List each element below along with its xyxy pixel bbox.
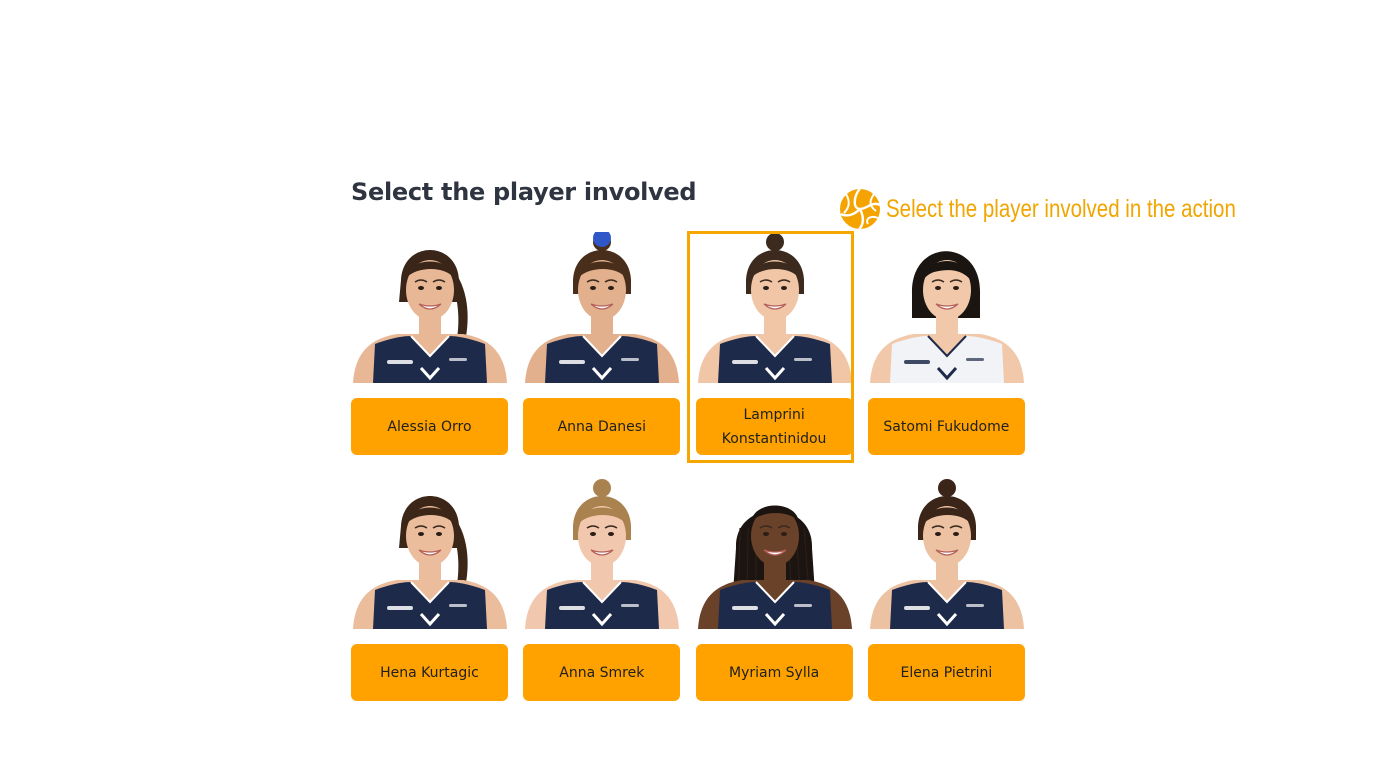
- player-photo: [868, 232, 1025, 383]
- player-card[interactable]: Satomi Fukudome: [867, 232, 1025, 466]
- player-name-button[interactable]: Alessia Orro: [351, 398, 508, 455]
- page-title: Select the player involved: [351, 178, 697, 206]
- player-name-button[interactable]: Elena Pietrini: [867, 644, 1025, 701]
- player-photo: [523, 232, 680, 383]
- player-portrait: [353, 250, 507, 383]
- player-name-button[interactable]: Anna Smrek: [523, 644, 681, 701]
- player-card[interactable]: Anna Danesi: [523, 232, 681, 466]
- player-portrait: [869, 251, 1024, 383]
- instruction-hint: Select the player involved in the action: [838, 186, 1313, 232]
- volleyball-icon: [839, 187, 881, 231]
- player-photo: [351, 478, 508, 629]
- player-photo: [351, 232, 508, 383]
- player-portrait: [697, 233, 852, 383]
- player-select-screen: Select the player involved Select the pl…: [0, 0, 1376, 772]
- player-card[interactable]: Myriam Sylla: [695, 478, 853, 712]
- player-name-button[interactable]: Satomi Fukudome: [867, 398, 1025, 455]
- player-card[interactable]: Anna Smrek: [523, 478, 681, 712]
- player-photo: [696, 478, 853, 629]
- player-name-button[interactable]: Lamprini Konstantinidou: [695, 398, 853, 455]
- player-name-button[interactable]: Hena Kurtagic: [351, 644, 508, 701]
- hint-text: Select the player involved in the action: [886, 194, 1236, 223]
- player-card[interactable]: Elena Pietrini: [867, 478, 1025, 712]
- player-card[interactable]: Hena Kurtagic: [351, 478, 508, 712]
- player-portrait: [525, 479, 680, 629]
- player-portrait: [869, 479, 1024, 629]
- player-name-button[interactable]: Myriam Sylla: [695, 644, 853, 701]
- player-portrait: [353, 496, 507, 629]
- player-card[interactable]: Lamprini Konstantinidou: [686, 231, 854, 466]
- player-grid: Alessia Orro Anna Danesi Lamprini Konsta…: [351, 231, 1025, 712]
- player-photo: [868, 478, 1025, 629]
- player-photo: [696, 232, 853, 383]
- player-name-button[interactable]: Anna Danesi: [523, 398, 681, 455]
- player-portrait: [697, 505, 852, 629]
- player-photo: [523, 478, 680, 629]
- player-card[interactable]: Alessia Orro: [351, 232, 508, 466]
- player-portrait: [525, 232, 680, 383]
